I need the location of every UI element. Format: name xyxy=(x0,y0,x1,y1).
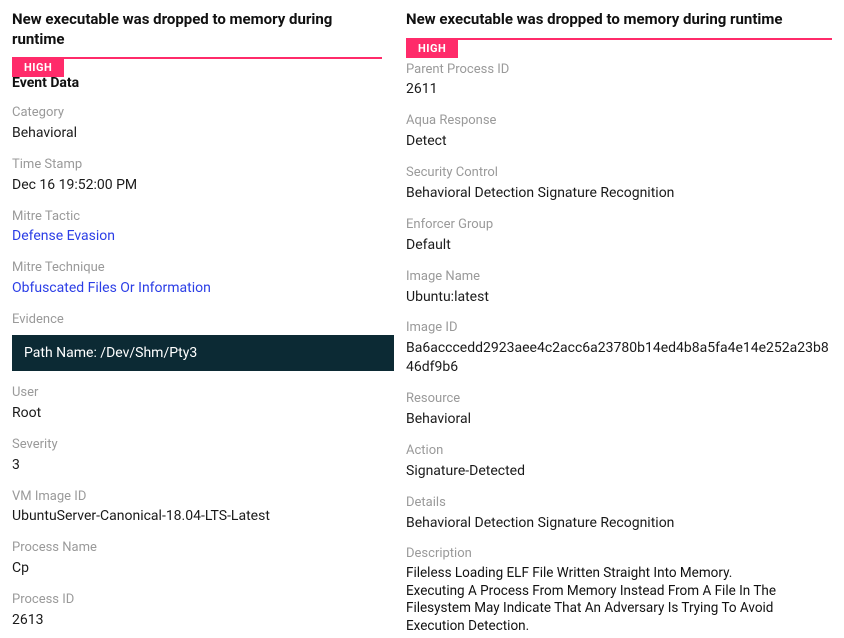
field-timestamp: Time Stamp Dec 16 19:52:00 PM xyxy=(12,157,382,195)
panel-title: New executable was dropped to memory dur… xyxy=(12,10,382,49)
severity-badge: HIGH xyxy=(406,39,458,58)
field-label: Mitre Technique xyxy=(12,260,382,277)
field-aqua-response: Aqua Response Detect xyxy=(406,113,832,151)
field-value: Behavioral xyxy=(406,410,832,429)
field-image-id: Image ID Ba6acccedd2923aee4c2acc6a23780b… xyxy=(406,320,832,377)
field-label: Category xyxy=(12,105,382,122)
field-label: Enforcer Group xyxy=(406,217,832,234)
field-value: Signature-Detected xyxy=(406,462,832,481)
event-panel-left: New executable was dropped to memory dur… xyxy=(0,0,394,638)
event-panel-right: New executable was dropped to memory dur… xyxy=(394,0,844,638)
field-label: User xyxy=(12,385,382,402)
severity-divider: HIGH xyxy=(406,38,832,40)
field-value: UbuntuServer-Canonical-18.04-LTS-Latest xyxy=(12,507,382,526)
severity-divider: HIGH xyxy=(12,57,382,59)
field-parent-process-id: Parent Process ID 2611 xyxy=(406,62,832,100)
field-image-name: Image Name Ubuntu:latest xyxy=(406,269,832,307)
field-value: Fileless Loading ELF File Written Straig… xyxy=(406,565,786,635)
evidence-box: Path Name: /Dev/Shm/Pty3 xyxy=(12,335,394,371)
field-description: Description Fileless Loading ELF File Wr… xyxy=(406,546,832,635)
mitre-technique-link[interactable]: Obfuscated Files Or Information xyxy=(12,280,211,296)
field-details: Details Behavioral Detection Signature R… xyxy=(406,495,832,533)
field-label: Aqua Response xyxy=(406,113,832,130)
field-category: Category Behavioral xyxy=(12,105,382,143)
field-security-control: Security Control Behavioral Detection Si… xyxy=(406,165,832,203)
field-action: Action Signature-Detected xyxy=(406,443,832,481)
field-value: 2613 xyxy=(12,611,382,630)
field-process-id: Process ID 2613 xyxy=(12,592,382,630)
field-label: Image ID xyxy=(406,320,832,337)
field-mitre-technique: Mitre Technique Obfuscated Files Or Info… xyxy=(12,260,382,298)
field-value: 3 xyxy=(12,456,382,475)
panel-title: New executable was dropped to memory dur… xyxy=(406,10,832,30)
field-value: Behavioral Detection Signature Recogniti… xyxy=(406,184,832,203)
field-value: 2611 xyxy=(406,80,832,99)
field-process-name: Process Name Cp xyxy=(12,540,382,578)
field-value: Detect xyxy=(406,132,832,151)
field-value: Root xyxy=(12,404,382,423)
field-value: Default xyxy=(406,236,832,255)
mitre-tactic-link[interactable]: Defense Evasion xyxy=(12,228,115,244)
field-value: Dec 16 19:52:00 PM xyxy=(12,176,382,195)
field-evidence: Evidence Path Name: /Dev/Shm/Pty3 xyxy=(12,312,382,371)
field-label: Details xyxy=(406,495,832,512)
field-enforcer-group: Enforcer Group Default xyxy=(406,217,832,255)
field-severity: Severity 3 xyxy=(12,437,382,475)
field-label: Process ID xyxy=(12,592,382,609)
field-label: Image Name xyxy=(406,269,832,286)
field-label: Security Control xyxy=(406,165,832,182)
field-value: Ubuntu:latest xyxy=(406,288,832,307)
field-label: Mitre Tactic xyxy=(12,209,382,226)
event-data-header: Event Data xyxy=(12,75,382,91)
field-value: Behavioral xyxy=(12,124,382,143)
field-value: Behavioral Detection Signature Recogniti… xyxy=(406,514,832,533)
field-value: Ba6acccedd2923aee4c2acc6a23780b14ed4b8a5… xyxy=(406,339,832,377)
severity-badge: HIGH xyxy=(12,58,64,77)
field-resource: Resource Behavioral xyxy=(406,391,832,429)
field-vm-image-id: VM Image ID UbuntuServer-Canonical-18.04… xyxy=(12,489,382,527)
field-label: Evidence xyxy=(12,312,382,329)
field-label: VM Image ID xyxy=(12,489,382,506)
field-value: Cp xyxy=(12,559,382,578)
field-label: Description xyxy=(406,546,832,563)
field-label: Parent Process ID xyxy=(406,62,832,79)
field-label: Time Stamp xyxy=(12,157,382,174)
field-label: Resource xyxy=(406,391,832,408)
field-label: Severity xyxy=(12,437,382,454)
field-user: User Root xyxy=(12,385,382,423)
field-label: Process Name xyxy=(12,540,382,557)
field-label: Action xyxy=(406,443,832,460)
field-mitre-tactic: Mitre Tactic Defense Evasion xyxy=(12,209,382,247)
